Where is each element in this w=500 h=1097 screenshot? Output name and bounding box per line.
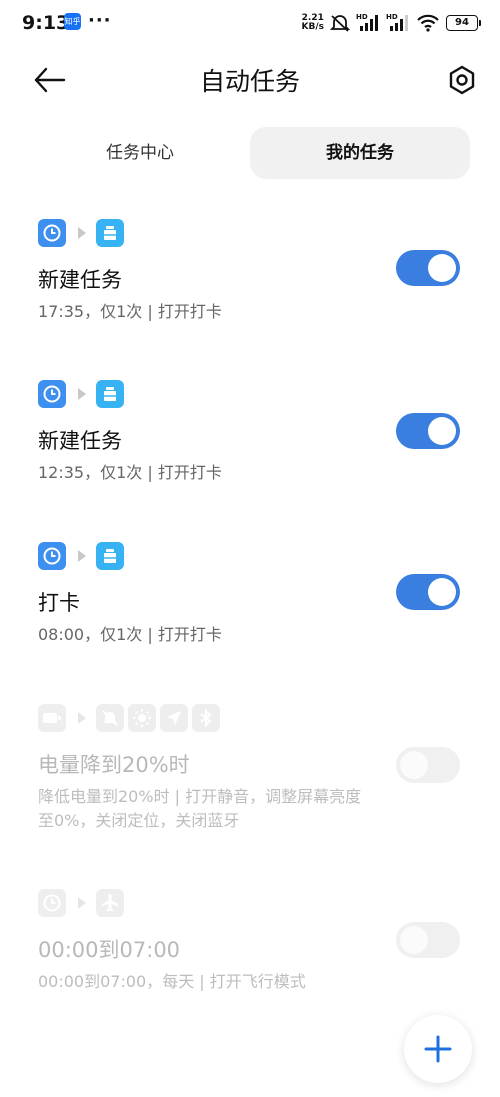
task-description: 00:00到07:00，每天 | 打开飞行模式 — [38, 972, 306, 991]
network-speed-unit: KB/s — [301, 22, 324, 32]
toggle-knob — [428, 578, 456, 606]
task-toggle[interactable] — [396, 747, 460, 783]
signal-sim1-icon: HD — [356, 13, 380, 32]
toggle-knob — [428, 417, 456, 445]
battery-icon — [38, 704, 66, 732]
flow-arrow-icon — [78, 227, 86, 239]
clock-icon — [38, 219, 66, 247]
app-icon — [96, 380, 124, 408]
clock-icon — [38, 889, 66, 917]
task-item[interactable]: 00:00到07:00 00:00到07:00，每天 | 打开飞行模式 — [38, 888, 468, 994]
toggle-knob — [428, 254, 456, 282]
battery-icon: 94 — [446, 15, 481, 31]
task-toggle[interactable] — [396, 413, 460, 449]
add-task-button[interactable] — [404, 1015, 472, 1083]
sim2-hd-label: HD — [386, 13, 398, 21]
toggle-knob — [400, 926, 428, 954]
location-icon — [160, 704, 188, 732]
header: 自动任务 — [0, 52, 500, 108]
brightness-icon — [128, 704, 156, 732]
flow-arrow-icon — [78, 550, 86, 562]
task-description: 降低电量到20%时 | 打开静音，调整屏幕亮度至0%，关闭定位，关闭蓝牙 — [38, 787, 362, 830]
task-flow-icons — [38, 218, 468, 248]
task-description: 12:35，仅1次 | 打开打卡 — [38, 463, 222, 482]
flow-arrow-icon — [78, 897, 86, 909]
tab-bar: 任务中心 我的任务 — [30, 127, 470, 179]
task-toggle[interactable] — [396, 250, 460, 286]
task-flow-icons — [38, 703, 468, 733]
task-flow-icons — [38, 888, 468, 918]
task-item[interactable]: 打卡 08:00，仅1次 | 打开打卡 — [38, 541, 468, 647]
sim1-hd-label: HD — [356, 13, 368, 21]
muted-vibrate-icon — [330, 15, 350, 32]
task-flow-icons — [38, 379, 468, 409]
task-item[interactable]: 新建任务 17:35，仅1次 | 打开打卡 — [38, 218, 468, 324]
plus-icon — [424, 1035, 452, 1063]
mute-icon — [96, 704, 124, 732]
task-flow-icons — [38, 541, 468, 571]
app-icon — [96, 219, 124, 247]
status-time: 9:13 — [22, 12, 70, 34]
settings-button[interactable] — [446, 64, 478, 96]
tab-my-tasks[interactable]: 我的任务 — [250, 127, 470, 179]
signal-sim2-icon: HD — [386, 13, 410, 32]
task-toggle[interactable] — [396, 922, 460, 958]
gear-icon — [449, 65, 475, 95]
task-description: 17:35，仅1次 | 打开打卡 — [38, 302, 222, 321]
tab-task-center[interactable]: 任务中心 — [30, 127, 250, 179]
task-toggle[interactable] — [396, 574, 460, 610]
wifi-icon — [417, 14, 439, 32]
flow-arrow-icon — [78, 712, 86, 724]
more-notifications-icon: ··· — [88, 10, 112, 31]
airplane-icon — [96, 889, 124, 917]
status-bar: 9:13 知乎 ··· 2.21 KB/s HD HD 94 — [0, 0, 500, 46]
zhihu-notification-icon: 知乎 — [64, 13, 81, 30]
task-description: 08:00，仅1次 | 打开打卡 — [38, 625, 222, 644]
task-item[interactable]: 电量降到20%时 降低电量到20%时 | 打开静音，调整屏幕亮度至0%，关闭定位… — [38, 703, 468, 833]
toggle-knob — [400, 751, 428, 779]
flow-arrow-icon — [78, 388, 86, 400]
app-icon — [96, 542, 124, 570]
page-title: 自动任务 — [199, 67, 300, 96]
clock-icon — [38, 542, 66, 570]
network-speed: 2.21 KB/s — [302, 14, 324, 32]
task-item[interactable]: 新建任务 12:35，仅1次 | 打开打卡 — [38, 379, 468, 485]
clock-icon — [38, 380, 66, 408]
bluetooth-icon — [192, 704, 220, 732]
